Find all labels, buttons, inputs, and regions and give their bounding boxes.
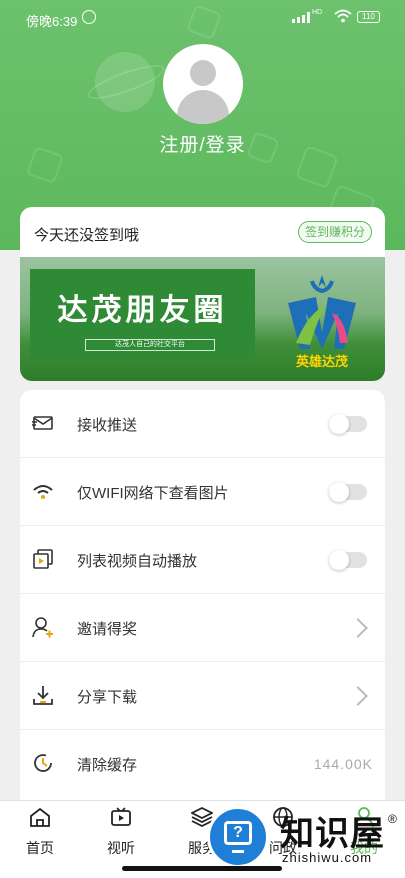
banner-logo-text: 英雄达茂 [295,354,348,369]
battery-icon: 110 [357,11,380,23]
settings-list: 接收推送 仅WIFI网络下查看图片 列表视频自动播放 邀请得奖 分享下载 清除缓… [20,390,385,810]
cache-size: 144.00K [313,756,373,772]
tab-label: 首页 [26,840,54,856]
setting-clear-cache[interactable]: 清除缓存 144.00K [20,730,385,798]
tab-video[interactable]: 视听 [81,807,161,858]
wifi-images-toggle[interactable] [329,482,367,502]
add-user-icon [32,617,53,638]
home-indicator[interactable] [122,866,282,871]
watermark-text: 知识屋 [280,814,385,854]
download-icon [33,686,53,705]
tab-home[interactable]: 首页 [0,807,80,858]
status-bar: 傍晚6:39 HD 110 [0,0,405,36]
autoplay-toggle[interactable] [329,550,367,570]
avatar-head [190,60,216,86]
setting-label: 清除缓存 [77,757,138,774]
setting-push[interactable]: 接收推送 [20,390,385,458]
watermark-url: zhishiwu.com [282,850,373,865]
banner-subtitle: 达茂人自己的社交平台 [85,339,215,351]
yingxiong-logo-icon [288,275,356,349]
watermark-registered-mark: ® [388,812,397,826]
login-link[interactable]: 注册/登录 [0,130,405,157]
monitor-stand-icon [232,847,244,853]
avatar[interactable] [163,44,243,124]
checkin-card: 今天还没签到哦 签到赚积分 达茂朋友圈 达茂人自己的社交平台 英雄达茂 [20,207,385,381]
wifi-icon [33,485,53,499]
promo-banner[interactable]: 达茂朋友圈 达茂人自己的社交平台 英雄达茂 [20,257,385,381]
push-toggle[interactable] [329,414,367,434]
setting-label: 列表视频自动播放 [77,553,198,570]
status-time: 傍晚6:39 [26,14,78,29]
question-icon: ? [224,821,252,845]
banner-title-panel: 达茂朋友圈 达茂人自己的社交平台 [30,269,255,359]
setting-label: 接收推送 [77,417,138,434]
home-icon [30,807,50,827]
video-autoplay-icon [33,549,53,569]
setting-autoplay[interactable]: 列表视频自动播放 [20,526,385,594]
clock-icon [34,754,52,772]
setting-wifi-images[interactable]: 仅WIFI网络下查看图片 [20,458,385,526]
signal-icon [292,12,310,23]
wifi-icon [334,9,352,23]
checkin-button[interactable]: 签到赚积分 [297,221,372,243]
setting-label: 分享下载 [77,689,138,706]
setting-label: 仅WIFI网络下查看图片 [77,485,229,502]
setting-label: 邀请得奖 [77,621,138,638]
checkin-status: 今天还没签到哦 [34,227,140,244]
banner-title: 达茂朋友圈 [57,293,228,328]
video-icon [111,807,131,826]
avatar-body [177,90,229,124]
setting-share[interactable]: 分享下载 [20,662,385,730]
watermark-logo-icon: ? [207,806,269,868]
alarm-icon [82,10,96,24]
setting-invite[interactable]: 邀请得奖 [20,594,385,662]
chevron-right-icon [348,686,368,706]
mail-icon [32,416,53,430]
tab-label: 视听 [107,840,135,856]
chevron-right-icon [348,618,368,638]
network-type: HD [312,9,323,16]
